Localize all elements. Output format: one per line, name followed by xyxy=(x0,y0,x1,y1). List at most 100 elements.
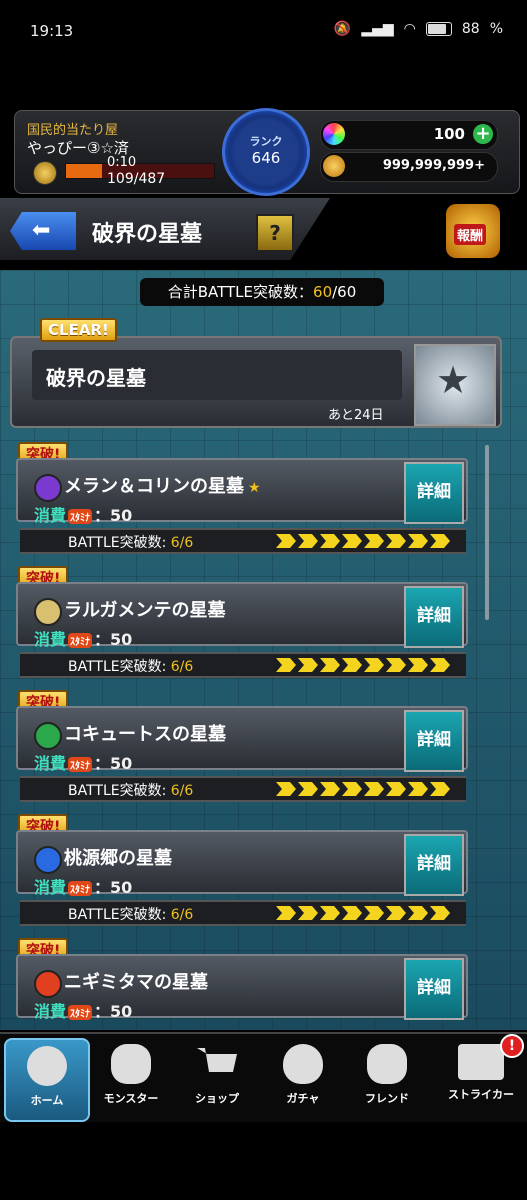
progress-chevron xyxy=(386,906,406,920)
battle-label-text: BATTLE突破数: xyxy=(68,907,171,923)
cost-label: 消費 xyxy=(34,1002,67,1021)
quest-item[interactable]: 突破! メラン＆コリンの星墓 ★ 消費 ｽﾀﾐﾅ ：50 詳細 BATTLE突破数: … xyxy=(14,442,470,554)
total-label: 合計BATTLE突破数： xyxy=(167,283,314,301)
scrollbar[interactable] xyxy=(485,445,489,620)
progress-chevron xyxy=(276,658,296,672)
element-icon xyxy=(34,598,62,626)
element-icon xyxy=(34,846,62,874)
cost-value: ：50 xyxy=(94,1002,133,1021)
player-title: 国民的当たり屋 xyxy=(27,123,119,138)
cost-label: 消費 xyxy=(34,506,67,525)
progress-chevron xyxy=(298,782,318,796)
wifi-icon: ◠ xyxy=(403,21,416,37)
back-button[interactable]: ⬅ xyxy=(10,212,76,250)
element-icon xyxy=(34,970,62,998)
stamina-cost: 消費 ｽﾀﾐﾅ ：50 xyxy=(34,750,132,774)
total-max: /60 xyxy=(332,283,357,301)
rank-value: 646 xyxy=(251,149,281,167)
event-image: ★ xyxy=(414,344,496,426)
battle-label: BATTLE突破数: 6/6 xyxy=(68,904,193,924)
orb-icon xyxy=(323,123,345,145)
battle-label-text: BATTLE突破数: xyxy=(68,535,171,551)
battle-value: 6/6 xyxy=(170,783,194,799)
progress-chevron xyxy=(430,534,450,548)
striker-icon xyxy=(458,1044,504,1080)
progress-chevron xyxy=(430,782,450,796)
nav-label: ストライカー xyxy=(448,1088,514,1101)
cost-value: ：50 xyxy=(94,878,133,897)
cost-label: 消費 xyxy=(34,878,67,897)
event-card[interactable]: 破界の星墓 あと24日 ★ xyxy=(10,336,502,428)
event-remaining: あと24日 xyxy=(328,408,384,423)
nav-monster[interactable]: モンスター xyxy=(90,1038,172,1118)
event-name: 破界の星墓 xyxy=(46,366,146,390)
quest-name-text: コキュートスの星墓 xyxy=(64,724,226,745)
stamina-fill xyxy=(66,164,102,178)
orb-value: 100 xyxy=(433,125,465,143)
battle-value: 6/6 xyxy=(170,659,194,675)
cost-value: ：50 xyxy=(94,506,133,525)
progress-chevron xyxy=(276,782,296,796)
status-bar: 19:13 🔕 ▂▄▆ ◠ 88% xyxy=(0,0,527,60)
progress-chevron xyxy=(408,782,428,796)
rank-label: ランク xyxy=(249,135,283,148)
quest-item[interactable]: 突破! コキュートスの星墓 消費 ｽﾀﾐﾅ ：50 詳細 BATTLE突破数: 6/… xyxy=(14,690,470,802)
system-nav-bar xyxy=(0,1122,527,1200)
progress-chevron xyxy=(320,658,340,672)
battle-value: 6/6 xyxy=(170,535,194,551)
stamina-cost: 消費 ｽﾀﾐﾅ ：50 xyxy=(34,874,132,898)
detail-button[interactable]: 詳細 xyxy=(404,710,464,772)
star-icon: ★ xyxy=(248,480,261,496)
cost-value: ：50 xyxy=(94,754,133,773)
bottom-nav: ホーム モンスター ショップ ガチャ フレンド ストライカー xyxy=(0,1032,527,1124)
progress-chevron xyxy=(342,534,362,548)
battle-value: 6/6 xyxy=(170,907,194,923)
battle-label: BATTLE突破数: 6/6 xyxy=(68,532,193,552)
progress-chevron xyxy=(320,782,340,796)
battle-label-text: BATTLE突破数: xyxy=(68,783,171,799)
coin-counter: 999,999,999+ xyxy=(320,152,498,182)
detail-button[interactable]: 詳細 xyxy=(404,586,464,648)
nav-gacha[interactable]: ガチャ xyxy=(262,1038,344,1118)
cost-value: ：50 xyxy=(94,630,133,649)
battle-progress-bar: BATTLE突破数: 6/6 xyxy=(20,528,466,554)
quest-item[interactable]: 突破! 桃源郷の星墓 消費 ｽﾀﾐﾅ ：50 詳細 BATTLE突破数: 6/6 xyxy=(14,814,470,926)
cost-label: 消費 xyxy=(34,754,67,773)
cart-icon xyxy=(197,1048,237,1072)
progress-chevron xyxy=(364,782,384,796)
detail-button[interactable]: 詳細 xyxy=(404,462,464,524)
battle-progress-bar: BATTLE突破数: 6/6 xyxy=(20,900,466,926)
quest-name-text: ニギミタマの星墓 xyxy=(64,972,208,993)
detail-button[interactable]: 詳細 xyxy=(404,958,464,1020)
nav-label: ガチャ xyxy=(286,1092,320,1105)
home-icon xyxy=(27,1046,67,1086)
quest-item[interactable]: 突破! ラルガメンテの星墓 消費 ｽﾀﾐﾅ ：50 詳細 BATTLE突破数: 6/… xyxy=(14,566,470,678)
orb-counter: 100 + xyxy=(320,120,498,150)
reward-button[interactable]: 報酬 xyxy=(446,204,500,258)
stamina-icon: ｽﾀﾐﾅ xyxy=(68,509,93,524)
battle-label-text: BATTLE突破数: xyxy=(68,659,171,675)
progress-chevron xyxy=(364,534,384,548)
signal-icon: ▂▄▆ xyxy=(361,21,394,37)
quest-name-text: 桃源郷の星墓 xyxy=(64,848,172,869)
progress-chevron xyxy=(320,534,340,548)
nav-friend[interactable]: フレンド xyxy=(346,1038,428,1118)
quest-item[interactable]: 突破! ニギミタマの星墓 消費 ｽﾀﾐﾅ ：50 詳細 xyxy=(14,938,470,1028)
quest-name: メラン＆コリンの星墓 ★ xyxy=(64,472,261,498)
nav-home[interactable]: ホーム xyxy=(4,1038,90,1122)
mute-icon: 🔕 xyxy=(333,21,352,37)
detail-button[interactable]: 詳細 xyxy=(404,834,464,896)
add-orb-button[interactable]: + xyxy=(473,124,493,144)
stamina-cost: 消費 ｽﾀﾐﾅ ：50 xyxy=(34,998,132,1022)
progress-chevron xyxy=(430,906,450,920)
progress-chevron xyxy=(276,534,296,548)
progress-chevron xyxy=(342,906,362,920)
battery-level: 88 xyxy=(461,21,480,37)
progress-chevron xyxy=(386,534,406,548)
help-button[interactable]: ? xyxy=(256,214,294,252)
quest-name: ラルガメンテの星墓 xyxy=(64,596,225,622)
progress-chevron xyxy=(342,658,362,672)
quest-name-text: メラン＆コリンの星墓 xyxy=(64,476,244,497)
rank-badge[interactable]: ランク 646 xyxy=(222,108,310,196)
nav-shop[interactable]: ショップ xyxy=(176,1038,258,1118)
